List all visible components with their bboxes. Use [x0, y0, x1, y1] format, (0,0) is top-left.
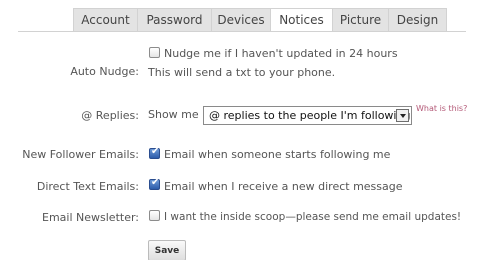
auto-nudge-option-text: Nudge me if I haven't updated in 24 hour…: [164, 47, 398, 60]
replies-select-value: @ replies to the people I'm following: [209, 109, 411, 122]
direct-text-label: Direct Text Emails:: [36, 180, 139, 193]
direct-text-checkbox[interactable]: ✔: [149, 177, 160, 190]
auto-nudge-label: Auto Nudge:: [70, 65, 139, 78]
new-follower-label: New Follower Emails:: [22, 148, 139, 161]
replies-prefix: Show me: [148, 108, 199, 121]
tab-notices[interactable]: Notices: [271, 8, 333, 32]
checkmark-icon: ✔: [151, 146, 160, 157]
tab-devices[interactable]: Devices: [212, 8, 271, 32]
settings-tabs: Account Password Devices Notices Picture…: [73, 8, 447, 32]
what-is-this-link[interactable]: What is this?: [416, 104, 467, 113]
direct-text-option-text: Email when I receive a new direct messag…: [164, 180, 403, 193]
newsletter-checkbox[interactable]: [149, 210, 160, 221]
tab-account[interactable]: Account: [73, 8, 138, 32]
auto-nudge-checkbox[interactable]: [149, 47, 160, 58]
replies-select[interactable]: @ replies to the people I'm following: [203, 106, 412, 125]
auto-nudge-note: This will send a txt to your phone.: [148, 66, 336, 79]
dropdown-arrow-icon[interactable]: [396, 109, 409, 122]
tab-divider: [18, 31, 466, 32]
tab-picture[interactable]: Picture: [333, 8, 389, 32]
checkmark-icon: ✔: [151, 177, 160, 188]
replies-label: @ Replies:: [81, 109, 139, 122]
save-button[interactable]: Save: [148, 240, 186, 260]
tab-design[interactable]: Design: [389, 8, 447, 32]
tab-password[interactable]: Password: [138, 8, 212, 32]
new-follower-option-text: Email when someone starts following me: [164, 148, 391, 161]
new-follower-checkbox[interactable]: ✔: [149, 146, 160, 159]
newsletter-label: Email Newsletter:: [42, 211, 139, 224]
newsletter-option-text: I want the inside scoop—please send me e…: [164, 211, 462, 223]
